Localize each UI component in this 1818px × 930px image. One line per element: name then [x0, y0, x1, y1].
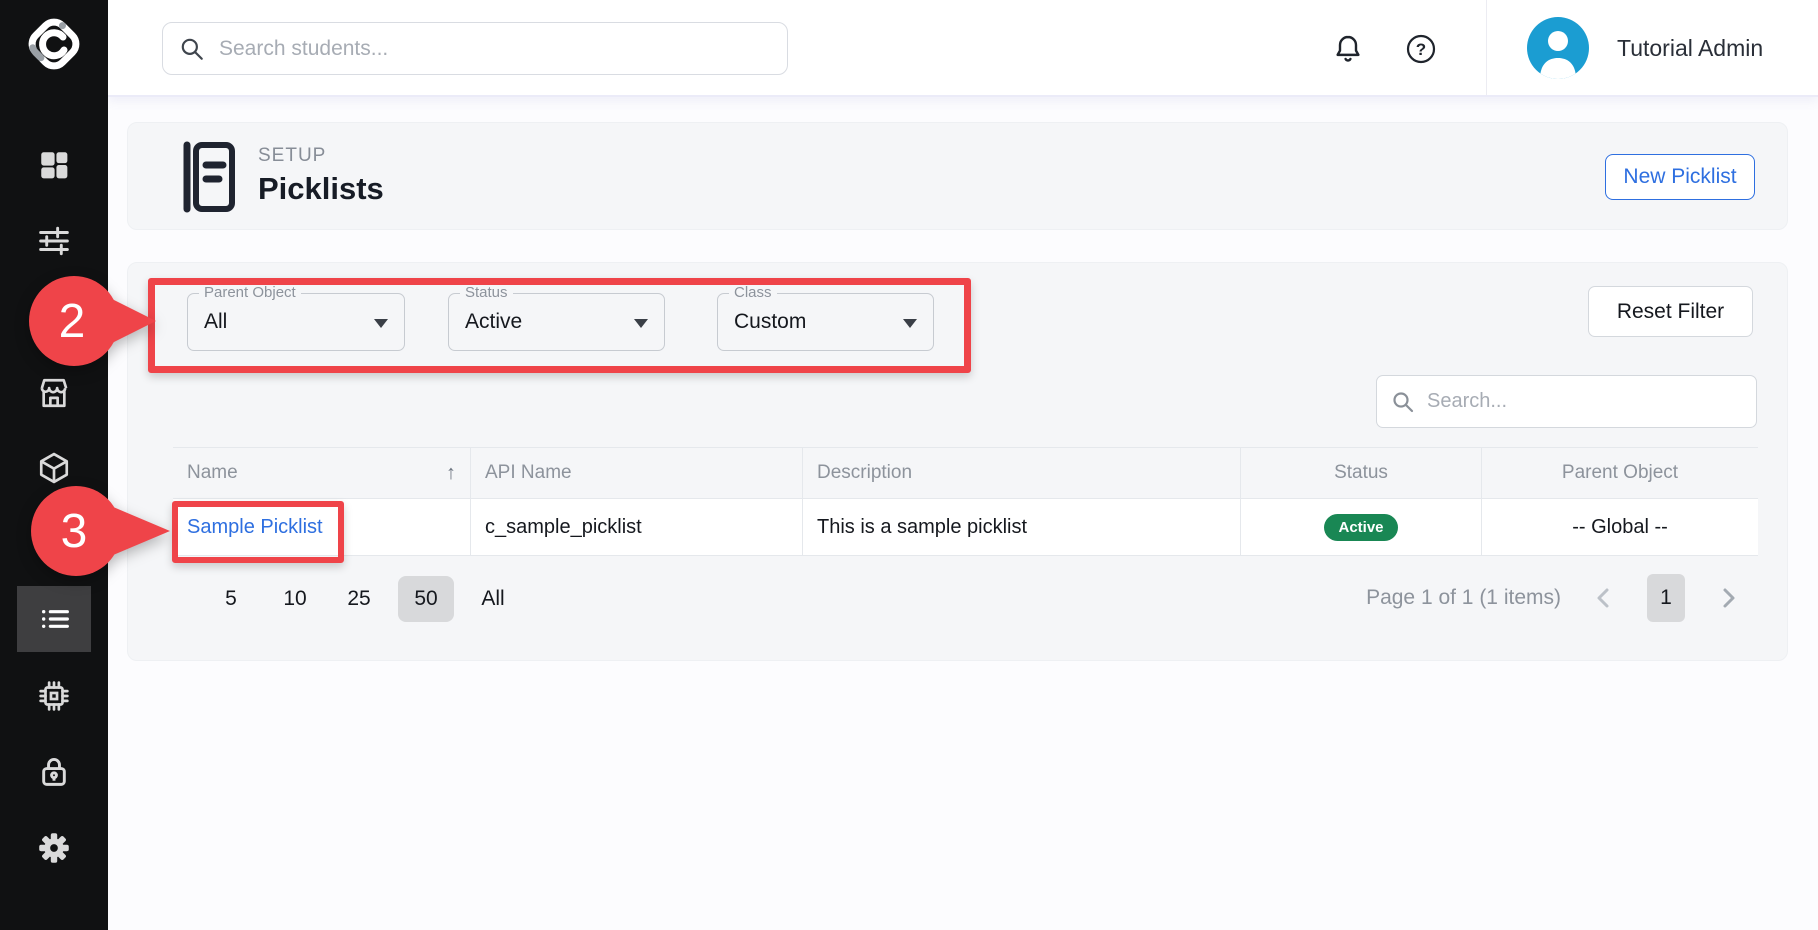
page-summary: Page 1 of 1 (1 items) — [1366, 586, 1561, 610]
page-size-10[interactable]: 10 — [270, 576, 320, 622]
page-size-50-selected[interactable]: 50 — [398, 576, 454, 622]
cell-status: Active — [1241, 499, 1482, 555]
picklists-table: Name ↑ API Name Description Status Paren… — [173, 447, 1758, 556]
global-search[interactable] — [162, 22, 788, 75]
topbar: ? Tutorial Admin — [108, 0, 1818, 97]
class-select-value: Custom — [734, 294, 806, 350]
breadcrumb-eyebrow: SETUP — [258, 145, 326, 167]
picklist-link[interactable]: Sample Picklist — [187, 516, 323, 539]
search-icon — [1391, 390, 1415, 414]
global-search-input[interactable] — [219, 37, 771, 61]
page-title: Picklists — [258, 171, 384, 207]
sidebar-item-settings-sliders-icon[interactable] — [26, 213, 82, 269]
table-row: Sample Picklist c_sample_picklist This i… — [173, 499, 1758, 556]
svg-text:?: ? — [1416, 40, 1426, 59]
parent-object-select-value: All — [204, 294, 227, 350]
help-icon[interactable]: ? — [1403, 31, 1439, 67]
status-select[interactable]: Status Active — [448, 293, 665, 351]
chevron-down-icon — [634, 319, 648, 328]
table-search[interactable] — [1376, 375, 1757, 428]
chevron-down-icon — [374, 319, 388, 328]
previous-page-chevron-icon[interactable] — [1585, 574, 1623, 622]
search-icon — [179, 36, 205, 62]
user-name[interactable]: Tutorial Admin — [1617, 0, 1763, 97]
reset-filter-button[interactable]: Reset Filter — [1588, 286, 1753, 337]
sidebar-item-picklists-icon[interactable] — [26, 591, 82, 647]
next-page-chevron-icon[interactable] — [1709, 574, 1747, 622]
picklists-book-icon — [181, 139, 237, 220]
page-header-card: SETUP Picklists New Picklist — [127, 122, 1788, 230]
new-picklist-button[interactable]: New Picklist — [1605, 154, 1755, 200]
topbar-divider — [1486, 0, 1487, 95]
sidebar-item-store-icon[interactable] — [26, 365, 82, 421]
sidebar-item-lock-icon[interactable] — [26, 743, 82, 799]
cell-parent-object: -- Global -- — [1482, 499, 1758, 555]
column-header-status[interactable]: Status — [1241, 448, 1482, 498]
column-header-parent-object[interactable]: Parent Object — [1482, 448, 1758, 498]
sidebar-item-gear-icon[interactable] — [26, 820, 82, 876]
main-content: SETUP Picklists New Picklist Parent Obje… — [108, 97, 1818, 930]
page-size-selector: 5 10 25 50 All — [206, 575, 518, 623]
pager: Page 1 of 1 (1 items) 1 — [1366, 573, 1747, 623]
status-badge: Active — [1324, 514, 1397, 541]
column-header-api-name[interactable]: API Name — [471, 448, 803, 498]
sidebar-item-package-icon[interactable] — [26, 440, 82, 496]
user-avatar[interactable] — [1527, 17, 1589, 79]
page-size-25[interactable]: 25 — [334, 576, 384, 622]
sidebar-item-dashboard-icon[interactable] — [26, 137, 82, 193]
current-page-button[interactable]: 1 — [1647, 574, 1685, 622]
class-select[interactable]: Class Custom — [717, 293, 934, 351]
chevron-down-icon — [903, 319, 917, 328]
page-size-all[interactable]: All — [468, 576, 518, 622]
sidebar — [0, 0, 108, 930]
column-header-description[interactable]: Description — [803, 448, 1241, 498]
sort-ascending-icon[interactable]: ↑ — [446, 462, 456, 485]
status-select-value: Active — [465, 294, 522, 350]
cell-api-name: c_sample_picklist — [471, 499, 803, 555]
page-size-5[interactable]: 5 — [206, 576, 256, 622]
cell-description: This is a sample picklist — [803, 499, 1241, 555]
notifications-bell-icon[interactable] — [1330, 31, 1366, 67]
cell-name: Sample Picklist — [173, 499, 471, 555]
sidebar-item-briefcase-icon[interactable] — [26, 505, 82, 561]
picklists-panel-card: Parent Object All Status Active Class Cu… — [127, 262, 1788, 661]
table-header-row: Name ↑ API Name Description Status Paren… — [173, 447, 1758, 499]
sidebar-item-chip-icon[interactable] — [26, 668, 82, 724]
column-header-name[interactable]: Name ↑ — [173, 448, 471, 498]
app-logo-icon[interactable] — [22, 12, 86, 76]
table-search-input[interactable] — [1427, 390, 1742, 413]
parent-object-select[interactable]: Parent Object All — [187, 293, 405, 351]
